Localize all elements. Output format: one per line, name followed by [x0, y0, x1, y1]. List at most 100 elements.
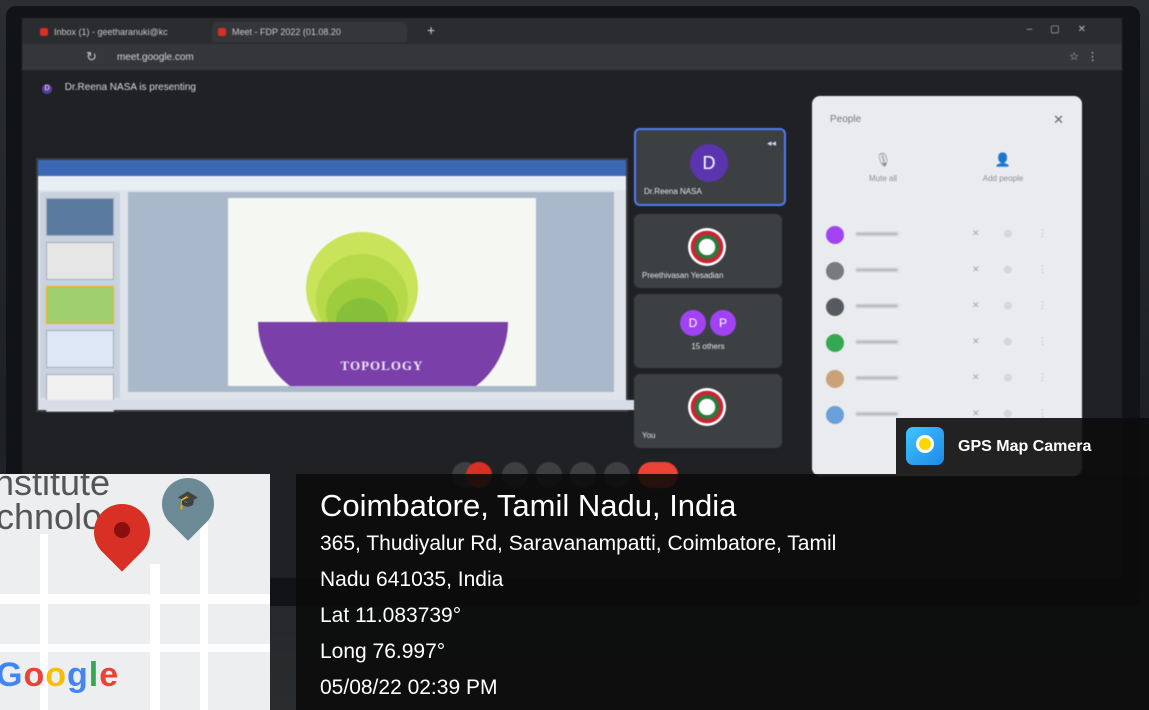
- longitude: Long 76.997°: [320, 640, 446, 663]
- participant-row[interactable]: ▬▬▬▬▬▬ ✕ ◎ ⋮: [822, 294, 1072, 320]
- gmail-icon: [40, 28, 48, 36]
- presentation-ribbon: [38, 176, 626, 190]
- map-road: [150, 564, 160, 710]
- participant-name: ▬▬▬▬▬▬: [856, 338, 898, 345]
- tile-name: You: [642, 431, 656, 440]
- shared-presentation-window: TOPOLOGY: [36, 158, 736, 412]
- others-count: 15 others: [691, 342, 725, 351]
- more-icon[interactable]: ⋮: [1038, 228, 1047, 239]
- presentation-status-bar: [38, 400, 736, 410]
- gps-map-camera-icon: [906, 427, 944, 465]
- presenting-text: Dr.Reena NASA is presenting: [64, 82, 196, 93]
- more-icon[interactable]: ⋮: [1038, 336, 1047, 347]
- more-icon[interactable]: ⋮: [1038, 264, 1047, 275]
- photo-background: Inbox (1) - geetharanuki@kc Meet - FDP 2…: [0, 0, 1149, 710]
- tile-self[interactable]: You: [634, 374, 782, 448]
- slide-swoosh: [258, 322, 508, 386]
- avatar: [826, 370, 844, 388]
- tile-name: Dr.Reena NASA: [644, 187, 702, 196]
- avatar: [826, 298, 844, 316]
- location-city: Coimbatore, Tamil Nadu, India: [320, 488, 737, 523]
- reload-icon[interactable]: ↻: [86, 49, 97, 65]
- participant-name: ▬▬▬▬▬▬: [856, 374, 898, 381]
- avatar: [826, 406, 844, 424]
- address-line: Nadu 641035, India: [320, 568, 504, 591]
- presentation-title-bar: [38, 160, 626, 176]
- browser-tab-bar: Inbox (1) - geetharanuki@kc Meet - FDP 2…: [22, 18, 1122, 44]
- gps-map-camera-badge: GPS Map Camera: [896, 418, 1149, 474]
- button-label: Mute all: [868, 174, 897, 183]
- participant-row[interactable]: ▬▬▬▬▬▬ ✕ ◎ ⋮: [822, 222, 1072, 248]
- mic-off-icon[interactable]: ✕: [972, 264, 980, 275]
- badge-label: GPS Map Camera: [958, 438, 1092, 455]
- browser-tab-inbox[interactable]: Inbox (1) - geetharanuki@kc: [34, 22, 224, 42]
- mute-all-button[interactable]: 🎙 Mute all: [838, 152, 928, 183]
- timestamp: 05/08/22 02:39 PM: [320, 676, 498, 699]
- slide-thumbnail: [46, 198, 114, 236]
- avatar: [826, 226, 844, 244]
- participant-name: ▬▬▬▬▬▬: [856, 266, 898, 273]
- add-people-button[interactable]: 👤 Add people: [958, 152, 1048, 183]
- presenter-avatar-icon: D: [42, 84, 52, 94]
- latitude: Lat 11.083739°: [320, 604, 462, 627]
- pin-icon[interactable]: ◎: [1004, 336, 1012, 347]
- pin-icon[interactable]: ◎: [1004, 300, 1012, 311]
- participant-row[interactable]: ▬▬▬▬▬▬ ✕ ◎ ⋮: [822, 366, 1072, 392]
- button-label: Add people: [982, 174, 1024, 183]
- avatar: P: [710, 310, 736, 336]
- avatar: [826, 334, 844, 352]
- participant-name: ▬▬▬▬▬▬: [856, 410, 898, 417]
- slide-thumbnails: [40, 192, 120, 412]
- tab-title: Meet - FDP 2022 (01.08.20: [232, 27, 341, 37]
- participant-row[interactable]: ▬▬▬▬▬▬ ✕ ◎ ⋮: [822, 258, 1072, 284]
- meet-icon: [218, 28, 226, 36]
- participant-name: ▬▬▬▬▬▬: [856, 230, 898, 237]
- location-pin-dot: [114, 522, 130, 538]
- new-tab-icon[interactable]: +: [427, 22, 435, 38]
- slide-thumbnail: [46, 286, 114, 324]
- tile-participant[interactable]: Preethivasan Yesadian: [634, 214, 782, 288]
- avatar: D: [690, 144, 728, 182]
- pin-icon[interactable]: ◎: [1004, 264, 1012, 275]
- panel-title: People: [830, 114, 862, 125]
- presenting-banner: D Dr.Reena NASA is presenting: [42, 82, 196, 94]
- participant-row[interactable]: ▬▬▬▬▬▬ ✕ ◎ ⋮: [822, 330, 1072, 356]
- slide-thumbnail: [46, 330, 114, 368]
- close-icon[interactable]: ✕: [1053, 112, 1064, 128]
- pin-icon[interactable]: ◎: [1004, 372, 1012, 383]
- location-info-overlay: Coimbatore, Tamil Nadu, India 365, Thudi…: [296, 474, 1149, 710]
- address-bar: ↻ meet.google.com ☆⋮: [22, 44, 1122, 70]
- google-logo: Google: [0, 656, 120, 694]
- toolbar-icons[interactable]: ☆⋮: [1069, 50, 1106, 63]
- more-icon[interactable]: ⋮: [1038, 300, 1047, 311]
- map-road: [200, 514, 208, 710]
- slide-thumbnail: [46, 242, 114, 280]
- avatar: [688, 228, 726, 266]
- mic-off-icon[interactable]: ✕: [972, 300, 980, 311]
- address-line: 365, Thudiyalur Rd, Saravanampatti, Coim…: [320, 532, 837, 555]
- map-thumbnail: nstitute chnolo 🎓 Google: [0, 474, 270, 710]
- mic-off-icon[interactable]: ✕: [972, 372, 980, 383]
- window-controls[interactable]: –▢✕: [1027, 24, 1104, 35]
- slide-title: TOPOLOGY: [340, 358, 424, 373]
- tile-others[interactable]: D P 15 others: [634, 294, 782, 368]
- tile-presenter[interactable]: D ◂◂ Dr.Reena NASA: [634, 128, 786, 206]
- speaking-icon: ◂◂: [766, 138, 776, 148]
- avatar: [688, 388, 726, 426]
- slide-canvas: TOPOLOGY: [128, 192, 614, 392]
- map-road: [0, 644, 270, 652]
- graduation-cap-icon: 🎓: [176, 490, 200, 510]
- browser-tab-meet[interactable]: Meet - FDP 2022 (01.08.20: [212, 22, 407, 42]
- current-slide: TOPOLOGY: [228, 198, 536, 386]
- avatar: D: [680, 310, 706, 336]
- mic-off-icon[interactable]: ✕: [972, 228, 980, 239]
- mic-off-icon: 🎙: [874, 152, 892, 167]
- tile-name: Preethivasan Yesadian: [642, 271, 724, 280]
- mic-off-icon[interactable]: ✕: [972, 336, 980, 347]
- url-field[interactable]: meet.google.com: [117, 52, 194, 63]
- map-label: chnolo: [0, 496, 103, 537]
- more-icon[interactable]: ⋮: [1038, 372, 1047, 383]
- participant-name: ▬▬▬▬▬▬: [856, 302, 898, 309]
- pin-icon[interactable]: ◎: [1004, 228, 1012, 239]
- tab-title: Inbox (1) - geetharanuki@kc: [54, 27, 168, 37]
